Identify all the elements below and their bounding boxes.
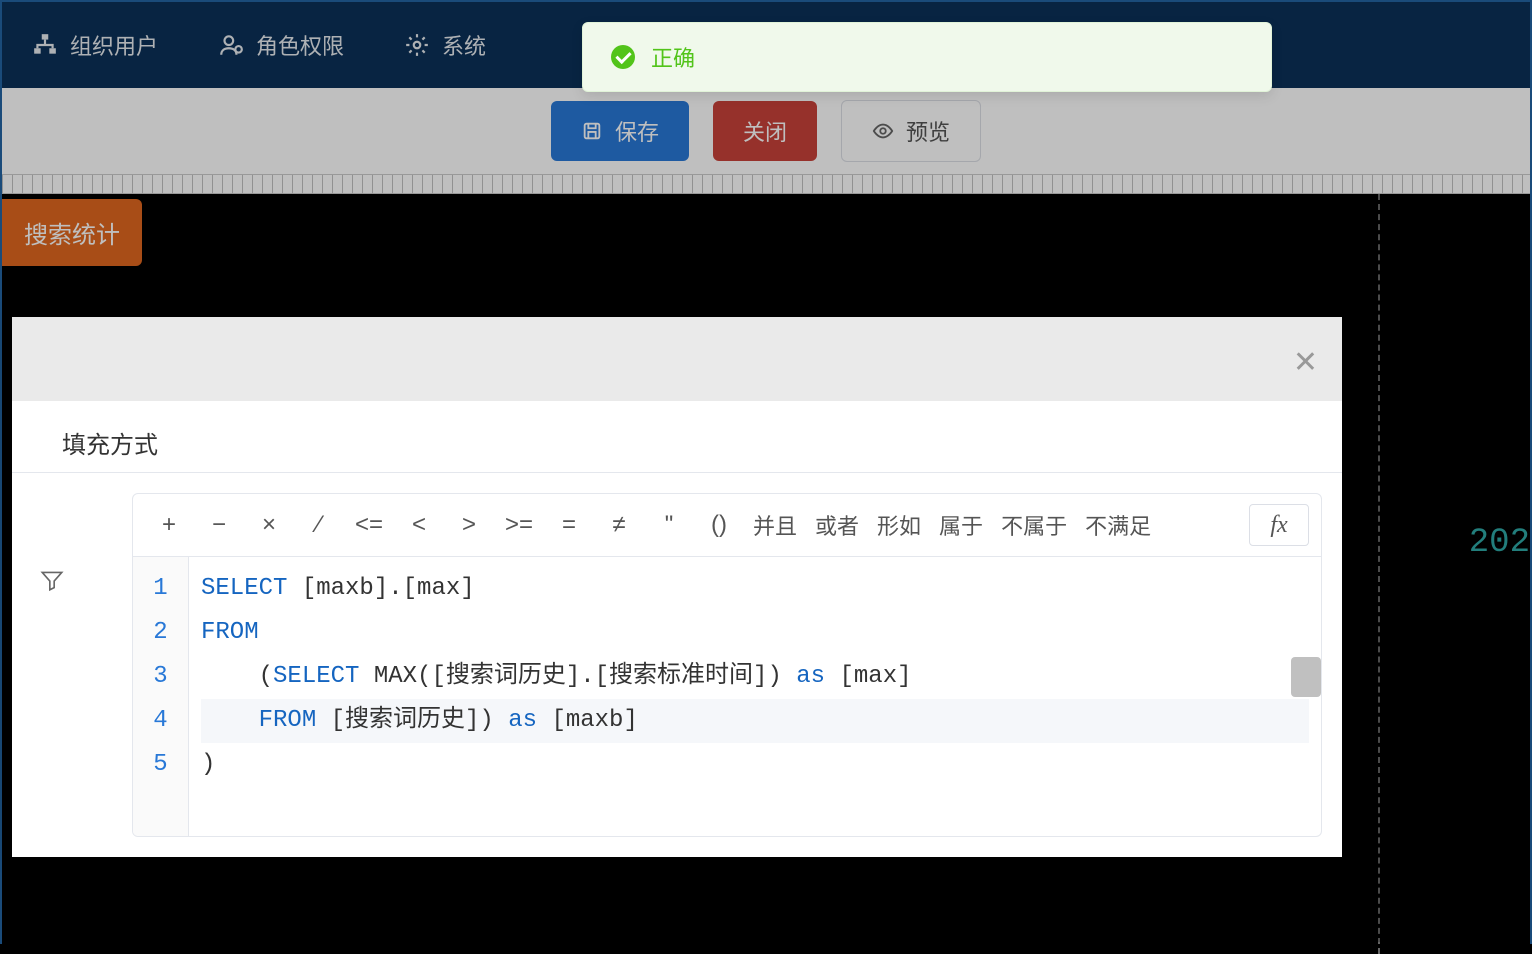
gear-icon	[404, 32, 430, 58]
op-or[interactable]: 或者	[807, 504, 867, 546]
modal-tabs: 填充方式	[12, 401, 1342, 473]
operator-toolbar: + − × ∕ <= < > >= = ≠ " () 并且 或者 形如 属于 不…	[133, 494, 1321, 557]
line-number: 1	[133, 567, 188, 611]
action-bar: 保存 关闭 预览	[2, 88, 1530, 174]
op-in[interactable]: 属于	[931, 504, 991, 546]
check-icon	[611, 45, 635, 69]
op-eq[interactable]: =	[545, 504, 593, 546]
editor-panel: + − × ∕ <= < > >= = ≠ " () 并且 或者 形如 属于 不…	[132, 493, 1322, 837]
nav-system[interactable]: 系统	[404, 29, 486, 61]
code-line[interactable]: )	[201, 743, 1309, 787]
op-gt[interactable]: >	[445, 504, 493, 546]
modal-close-button[interactable]: ✕	[1293, 345, 1318, 380]
org-icon	[32, 32, 58, 58]
toast-text: 正确	[651, 41, 695, 73]
op-gte[interactable]: >=	[495, 504, 543, 546]
code-editor[interactable]: 12345 SELECT [maxb].[max]FROM (SELECT MA…	[133, 557, 1321, 836]
line-number: 5	[133, 743, 188, 787]
op-lt[interactable]: <	[395, 504, 443, 546]
op-lte[interactable]: <=	[345, 504, 393, 546]
code-line[interactable]: FROM	[201, 611, 1309, 655]
ruler	[2, 174, 1530, 194]
op-paren[interactable]: ()	[695, 504, 743, 546]
code-line[interactable]: FROM [搜索词历史]) as [maxb]	[201, 699, 1309, 743]
nav-label: 组织用户	[70, 29, 158, 61]
line-gutter: 12345	[133, 557, 189, 836]
modal-body: + − × ∕ <= < > >= = ≠ " () 并且 或者 形如 属于 不…	[12, 473, 1342, 857]
close-label: 关闭	[743, 115, 787, 147]
op-times[interactable]: ×	[245, 504, 293, 546]
line-number: 4	[133, 699, 188, 743]
op-like[interactable]: 形如	[869, 504, 929, 546]
canvas-tab[interactable]: 搜索统计	[2, 199, 142, 266]
preview-label: 预览	[906, 115, 950, 147]
line-number: 3	[133, 655, 188, 699]
success-toast: 正确	[582, 22, 1272, 92]
modal-header: ✕	[12, 317, 1342, 401]
op-not[interactable]: 不满足	[1077, 504, 1159, 546]
op-fx[interactable]: fx	[1249, 504, 1309, 546]
code-line[interactable]: (SELECT MAX([搜索词历史].[搜索标准时间]) as [max]	[201, 655, 1309, 699]
modal-tab-fill[interactable]: 填充方式	[62, 432, 158, 459]
canvas-tab-label: 搜索统计	[24, 222, 120, 249]
op-and[interactable]: 并且	[745, 504, 805, 546]
role-icon	[218, 32, 244, 58]
date-text: 202	[1469, 524, 1530, 562]
scrollbar-thumb[interactable]	[1291, 657, 1321, 697]
save-icon	[581, 120, 603, 142]
code-content[interactable]: SELECT [maxb].[max]FROM (SELECT MAX([搜索词…	[189, 557, 1321, 836]
op-neq[interactable]: ≠	[595, 504, 643, 546]
op-minus[interactable]: −	[195, 504, 243, 546]
line-number: 2	[133, 611, 188, 655]
eye-icon	[872, 120, 894, 142]
nav-org-users[interactable]: 组织用户	[32, 29, 158, 61]
preview-button[interactable]: 预览	[841, 100, 981, 162]
op-divide[interactable]: ∕	[295, 504, 343, 546]
filter-icon[interactable]	[39, 567, 65, 593]
close-button[interactable]: 关闭	[713, 101, 817, 161]
formula-modal: ✕ 填充方式 + − × ∕ <= < > >= = ≠ " () 并且 或者	[12, 317, 1342, 857]
op-quote[interactable]: "	[645, 504, 693, 546]
op-plus[interactable]: +	[145, 504, 193, 546]
side-panel	[12, 493, 92, 857]
code-line[interactable]: SELECT [maxb].[max]	[201, 567, 1309, 611]
nav-role-permissions[interactable]: 角色权限	[218, 29, 344, 61]
save-button[interactable]: 保存	[551, 101, 689, 161]
save-label: 保存	[615, 115, 659, 147]
nav-label: 系统	[442, 29, 486, 61]
op-notin[interactable]: 不属于	[993, 504, 1075, 546]
nav-label: 角色权限	[256, 29, 344, 61]
vertical-guide	[1378, 194, 1380, 954]
